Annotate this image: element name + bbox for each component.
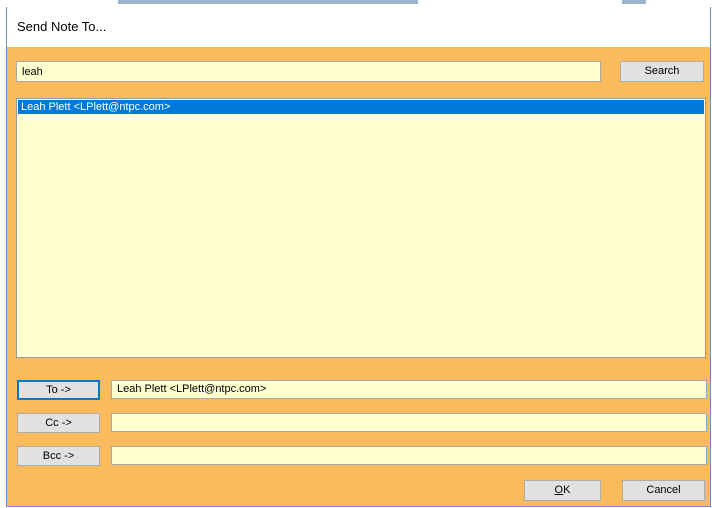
dialog-title: Send Note To... [7, 7, 710, 47]
background-tab [622, 0, 646, 4]
cc-field[interactable] [111, 413, 707, 432]
cancel-button[interactable]: Cancel [622, 480, 705, 501]
cc-button[interactable]: Cc -> [17, 413, 100, 433]
background-tab [118, 0, 418, 4]
bcc-button[interactable]: Bcc -> [17, 446, 100, 466]
ok-button[interactable]: OK [524, 480, 601, 501]
to-button[interactable]: To -> [17, 380, 100, 400]
bcc-field[interactable] [111, 446, 707, 465]
to-field[interactable]: Leah Plett <LPlett@ntpc.com> [111, 380, 707, 399]
search-button[interactable]: Search [620, 61, 704, 82]
search-input[interactable] [16, 61, 601, 82]
background-window-strip [0, 0, 712, 7]
send-note-dialog: Send Note To... Search Leah Plett <LPlet… [6, 7, 711, 507]
search-results-list[interactable]: Leah Plett <LPlett@ntpc.com> [16, 98, 706, 358]
list-item[interactable]: Leah Plett <LPlett@ntpc.com> [18, 100, 704, 114]
